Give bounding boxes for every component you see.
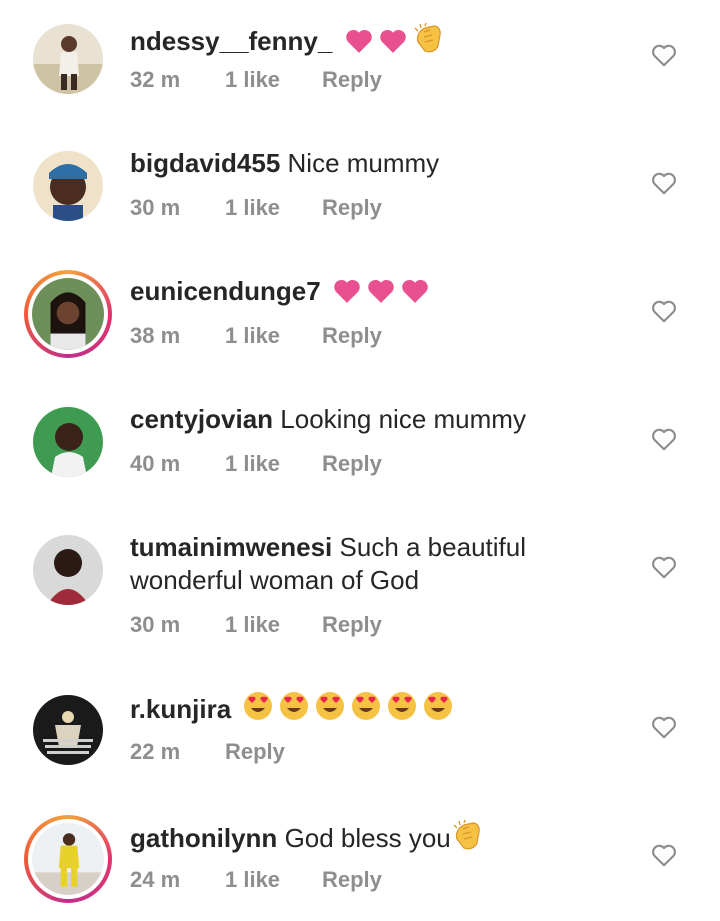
- heart-eyes-icon: [386, 690, 418, 730]
- reply-button[interactable]: Reply: [225, 739, 285, 765]
- heart-eyes-icon: [242, 690, 274, 730]
- username[interactable]: tumainimwenesi: [130, 532, 332, 562]
- comment-body: Looking nice mummy: [280, 404, 526, 434]
- comment-text: gathonilynn God bless you: [130, 819, 590, 859]
- comment-meta: 24 m 1 like Reply: [130, 867, 382, 893]
- comment-meta: 22 m Reply: [130, 739, 285, 765]
- comment-time: 40 m: [130, 451, 181, 476]
- story-ring: [24, 815, 112, 903]
- like-heart-icon[interactable]: [651, 299, 677, 323]
- like-heart-icon[interactable]: [651, 43, 677, 67]
- avatar[interactable]: [33, 151, 103, 221]
- comment-time: 30 m: [130, 612, 181, 637]
- comment-text: bigdavid455 Nice mummy: [130, 147, 590, 180]
- comment-text: r.kunjira: [130, 690, 590, 730]
- username[interactable]: ndessy__fenny_: [130, 26, 332, 56]
- comment-meta: 30 m 1 like Reply: [130, 612, 382, 638]
- like-heart-icon[interactable]: [651, 555, 677, 579]
- comment-time: 22 m: [130, 739, 181, 764]
- like-heart-icon[interactable]: [651, 843, 677, 867]
- comment-meta: 32 m 1 like Reply: [130, 67, 382, 93]
- heart-eyes-icon: [278, 690, 310, 730]
- like-count[interactable]: 1 like: [225, 67, 322, 93]
- avatar[interactable]: [33, 535, 103, 605]
- avatar[interactable]: [24, 270, 112, 358]
- pink-heart-icon: [332, 278, 362, 312]
- story-ring: [24, 270, 112, 358]
- like-count[interactable]: 1 like: [225, 451, 322, 477]
- like-count[interactable]: 1 like: [225, 323, 322, 349]
- reply-button[interactable]: Reply: [322, 67, 382, 93]
- comment-text: centyjovian Looking nice mummy: [130, 403, 590, 436]
- username[interactable]: gathonilynn: [130, 823, 277, 853]
- avatar[interactable]: [33, 24, 103, 94]
- pink-heart-icon: [378, 28, 408, 62]
- reply-button[interactable]: Reply: [322, 323, 382, 349]
- avatar[interactable]: [33, 407, 103, 477]
- username[interactable]: centyjovian: [130, 404, 273, 434]
- comment-meta: 30 m 1 like Reply: [130, 195, 382, 221]
- comment-time: 32 m: [130, 67, 181, 92]
- reply-button[interactable]: Reply: [322, 867, 382, 893]
- reply-button[interactable]: Reply: [322, 195, 382, 221]
- heart-eyes-icon: [350, 690, 382, 730]
- clapping-hands-icon: [451, 819, 485, 859]
- comment-text: ndessy__fenny_: [130, 22, 590, 62]
- like-count[interactable]: 1 like: [225, 612, 322, 638]
- username[interactable]: eunicendunge7: [130, 276, 321, 306]
- like-count[interactable]: 1 like: [225, 867, 322, 893]
- heart-eyes-icon: [314, 690, 346, 730]
- pink-heart-icon: [400, 278, 430, 312]
- username[interactable]: bigdavid455: [130, 148, 280, 178]
- comment-time: 38 m: [130, 323, 181, 348]
- pink-heart-icon: [366, 278, 396, 312]
- reply-button[interactable]: Reply: [322, 612, 382, 638]
- clapping-hands-icon: [412, 22, 446, 62]
- comment-text: tumainimwenesi Such a beautiful wonderfu…: [130, 531, 590, 597]
- pink-heart-icon: [344, 28, 374, 62]
- comment-meta: 40 m 1 like Reply: [130, 451, 382, 477]
- like-heart-icon[interactable]: [651, 171, 677, 195]
- comment-time: 24 m: [130, 867, 181, 892]
- comment-body: Nice mummy: [287, 148, 440, 178]
- comment-meta: 38 m 1 like Reply: [130, 323, 382, 349]
- heart-eyes-icon: [422, 690, 454, 730]
- comment-text: eunicendunge7: [130, 275, 590, 312]
- username[interactable]: r.kunjira: [130, 694, 231, 724]
- like-heart-icon[interactable]: [651, 715, 677, 739]
- like-heart-icon[interactable]: [651, 427, 677, 451]
- avatar[interactable]: [33, 695, 103, 765]
- comment-body: God bless you: [284, 823, 451, 853]
- like-count[interactable]: 1 like: [225, 195, 322, 221]
- comment-time: 30 m: [130, 195, 181, 220]
- avatar[interactable]: [24, 815, 112, 903]
- reply-button[interactable]: Reply: [322, 451, 382, 477]
